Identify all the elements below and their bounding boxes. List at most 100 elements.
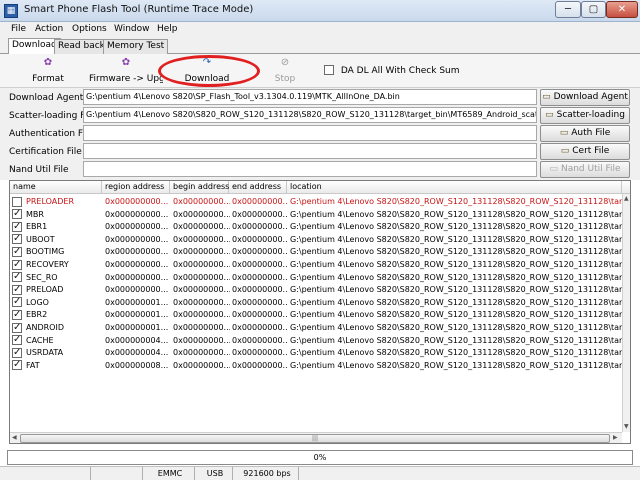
nand-util-button-label: Nand Util File (560, 164, 621, 174)
partition-checkbox[interactable] (12, 196, 22, 207)
partition-checkbox[interactable] (12, 308, 22, 321)
location-cell: G:\pentium 4\Lenovo S820\S820_ROW_S120_1… (290, 234, 622, 244)
maximize-button[interactable]: ▢ (581, 1, 606, 18)
partition-checkbox[interactable] (12, 321, 22, 334)
location-cell: G:\pentium 4\Lenovo S820\S820_ROW_S120_1… (290, 222, 622, 232)
menu-help[interactable]: Help (157, 24, 178, 34)
download-agent-button[interactable]: ▭ Download Agent (540, 89, 630, 106)
cert-file-button[interactable]: ▭ Cert File (540, 143, 630, 160)
tab-download[interactable]: Download (8, 38, 61, 54)
partition-checkbox[interactable] (12, 346, 22, 359)
end-cell: 0x00000000... (232, 209, 288, 219)
firmware-upgrade-button[interactable]: ✿ Firmware -> Upgrade (89, 56, 163, 84)
da-checksum-option[interactable]: DA DL All With Check Sum (324, 65, 460, 76)
firmware-label: Firmware -> Upgrade (89, 74, 163, 84)
partition-name-cell: PRELOADER (12, 195, 102, 208)
tab-bar: Download Read back Memory Test (0, 37, 640, 54)
partition-checkbox[interactable] (12, 208, 22, 220)
close-button[interactable]: ✕ (606, 1, 638, 18)
region-cell: 0x000000001... (105, 297, 169, 307)
partition-name: PRELOADER (26, 197, 75, 206)
location-cell: G:\pentium 4\Lenovo S820\S820_ROW_S120_1… (290, 297, 622, 307)
location-cell: G:\pentium 4\Lenovo S820\S820_ROW_S120_1… (290, 260, 622, 269)
end-cell: 0x00000000... (232, 323, 288, 332)
region-cell: 0x000000004... (105, 348, 169, 358)
partition-name: CACHE (26, 335, 54, 345)
region-cell: 0x000000004... (105, 335, 169, 345)
end-cell: 0x00000000... (232, 348, 288, 358)
menu-window[interactable]: Window (114, 24, 150, 34)
da-checksum-checkbox[interactable] (324, 65, 334, 75)
table-row[interactable]: UBOOT 0x000000000... 0x00000000...0x000000… (10, 233, 622, 246)
menu-options[interactable]: Options (72, 24, 107, 34)
table-row[interactable]: USRDATA 0x000000004... 0x00000000...0x0000… (10, 346, 622, 359)
menu-action[interactable]: Action (35, 24, 63, 34)
table-row[interactable]: EBR2 0x000000001... 0x00000000...0x0000000… (10, 308, 622, 321)
scroll-down-icon[interactable]: ▼ (624, 423, 629, 430)
vertical-scrollbar[interactable]: ▲ ▼ (622, 194, 630, 432)
scatter-loading-button[interactable]: ▭ Scatter-loading (540, 107, 630, 124)
partition-name: UBOOT (26, 234, 55, 244)
format-button[interactable]: ✿ Format (30, 56, 66, 84)
begin-cell: 0x00000000... (173, 310, 230, 320)
cert-file-field[interactable] (83, 143, 537, 159)
table-row[interactable]: PRELOAD 0x000000000... 0x00000000...0x0000… (10, 283, 622, 296)
partition-name: ANDROID (26, 323, 64, 332)
partition-checkbox[interactable] (12, 283, 22, 296)
column-begin-address[interactable]: begin address (170, 181, 229, 194)
partition-name-cell: ANDROID (12, 321, 102, 334)
begin-cell: 0x00000000... (173, 197, 230, 206)
auth-file-button[interactable]: ▭ Auth File (540, 125, 630, 142)
table-row[interactable]: LOGO 0x000000001... 0x00000000...0x0000000… (10, 296, 622, 309)
table-row[interactable]: FAT 0x000000008... 0x00000000...0x00000000… (10, 359, 622, 372)
table-row[interactable]: SEC_RO 0x000000000... 0x00000000...0x00000… (10, 271, 622, 284)
column-region-address[interactable]: region address (102, 181, 170, 194)
end-cell: 0x00000000... (232, 297, 288, 307)
tab-memory-test[interactable]: Memory Test (103, 39, 169, 54)
partition-checkbox[interactable] (12, 359, 22, 371)
nand-util-button[interactable]: ▭ Nand Util File (540, 161, 630, 178)
download-agent-field[interactable]: G:\pentium 4\Lenovo S820\SP_Flash_Tool_v… (83, 89, 537, 105)
nand-util-field[interactable] (83, 161, 537, 177)
partition-checkbox[interactable] (12, 245, 22, 258)
partition-name: PRELOAD (26, 285, 64, 295)
minimize-button[interactable]: ─ (555, 1, 581, 18)
column-end-address[interactable]: end address (229, 181, 287, 194)
begin-cell: 0x00000000... (173, 209, 230, 219)
table-row[interactable]: MBR 0x000000000... 0x00000000...0x00000000… (10, 208, 622, 221)
partition-checkbox[interactable] (12, 271, 22, 283)
location-cell: G:\pentium 4\Lenovo S820\S820_ROW_S120_1… (290, 360, 622, 370)
partition-checkbox[interactable] (12, 258, 22, 271)
scroll-left-icon[interactable]: ◀ (12, 434, 17, 441)
scroll-up-icon[interactable]: ▲ (624, 195, 629, 202)
column-name[interactable]: name (10, 181, 102, 194)
table-row[interactable]: RECOVERY 0x000000000... 0x00000000...0x000… (10, 258, 622, 271)
partition-table: name region address begin address end ad… (9, 180, 631, 444)
stop-button[interactable]: ⊘ Stop (272, 56, 298, 84)
begin-cell: 0x00000000... (173, 348, 230, 358)
horizontal-scrollbar[interactable]: ◀ ||| ▶ (10, 432, 622, 443)
menu-file[interactable]: File (11, 24, 26, 34)
scroll-right-icon[interactable]: ▶ (613, 434, 618, 441)
begin-cell: 0x00000000... (173, 285, 230, 295)
table-row[interactable]: CACHE 0x000000004... 0x00000000...0x000000… (10, 334, 622, 347)
partition-name-cell: SEC_RO (12, 271, 102, 284)
auth-file-field[interactable] (83, 125, 537, 141)
table-row[interactable]: PRELOADER 0x000000000... 0x00000000... 0x00… (10, 195, 622, 208)
stop-icon: ⊘ (280, 57, 290, 68)
table-row[interactable]: BOOTIMG 0x000000000... 0x00000000...0x0000… (10, 245, 622, 258)
partition-checkbox[interactable] (12, 296, 22, 308)
scatter-file-field[interactable]: G:\pentium 4\Lenovo S820\S820_ROW_S120_1… (83, 107, 537, 123)
tab-read-back[interactable]: Read back (54, 39, 109, 54)
scroll-thumb[interactable]: ||| (20, 434, 610, 443)
partition-checkbox[interactable] (12, 220, 22, 233)
partition-name: EBR1 (26, 222, 48, 232)
app-icon: ▦ (4, 4, 18, 18)
column-location[interactable]: location (287, 181, 622, 194)
partition-checkbox[interactable] (12, 334, 22, 346)
partition-name: MBR (26, 209, 44, 219)
table-row[interactable]: EBR1 0x000000000... 0x00000000...0x0000000… (10, 220, 622, 233)
table-row[interactable]: ANDROID 0x000000001... 0x00000000...0x0000… (10, 321, 622, 334)
partition-checkbox[interactable] (12, 233, 22, 245)
partition-name-cell: EBR1 (12, 220, 102, 233)
